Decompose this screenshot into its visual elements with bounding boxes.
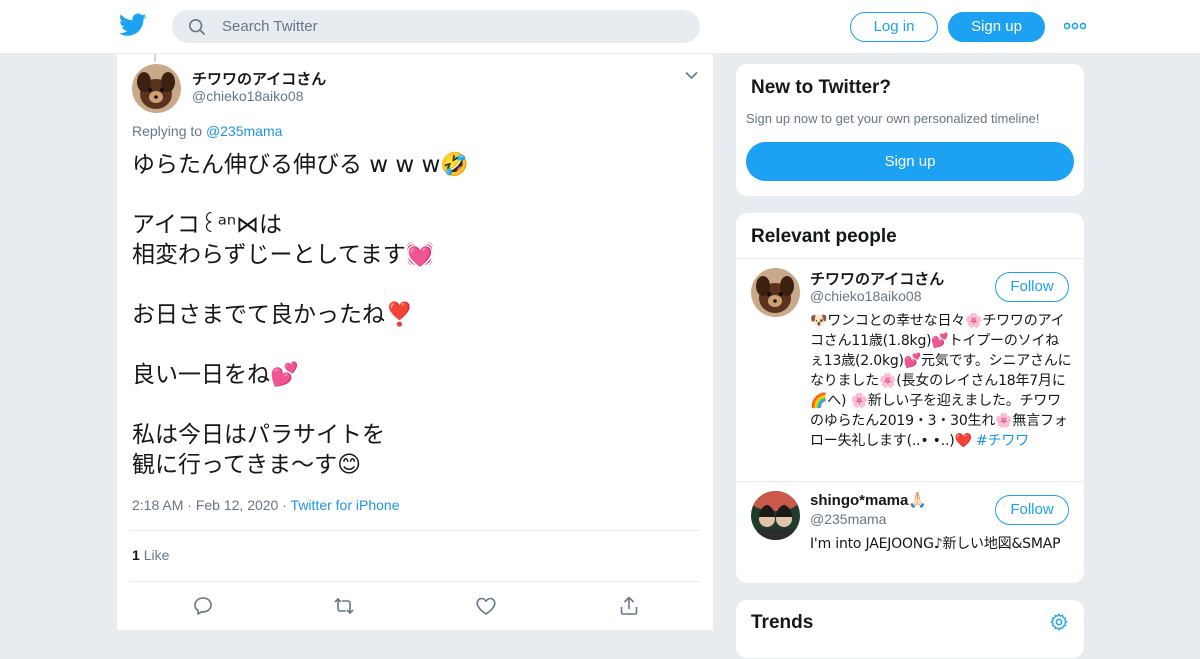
avatar[interactable] <box>132 64 181 113</box>
like-count-number: 1 <box>132 547 140 563</box>
avatar-image <box>751 268 800 317</box>
search-input[interactable] <box>222 10 682 43</box>
divider <box>130 581 700 582</box>
gear-icon[interactable] <box>1049 612 1069 632</box>
panel-subtitle: Sign up now to get your own personalized… <box>746 111 1040 126</box>
relevant-people-panel: Relevant people チワワのアイコさん @chieko18aiko0… <box>735 212 1085 584</box>
tweet-source[interactable]: Twitter for iPhone <box>291 497 400 513</box>
replying-to: Replying to @235mama <box>132 123 282 139</box>
divider <box>736 481 1084 482</box>
replying-to-label: Replying to <box>132 123 206 139</box>
twitter-bird-icon[interactable] <box>119 13 147 37</box>
divider <box>736 258 1084 259</box>
chevron-down-icon[interactable] <box>685 71 698 80</box>
new-to-twitter-panel: New to Twitter? Sign up now to get your … <box>735 63 1085 197</box>
top-navigation-bar: Log in Sign up <box>0 0 1200 54</box>
like-count-label: Like <box>143 547 170 563</box>
like-count[interactable]: 1 Like <box>132 547 169 563</box>
signup-button[interactable]: Sign up <box>948 12 1045 42</box>
panel-title: Trends <box>751 612 814 633</box>
person-bio: 🐶ワンコとの幸せな日々🌸チワワのアイコさん11歳(1.8kg)💕トイプーのソイね… <box>810 311 1072 451</box>
person-handle[interactable]: @chieko18aiko08 <box>810 288 922 304</box>
avatar-image <box>751 491 800 540</box>
tweet-timestamp: 2:18 AM · Feb 12, 2020 · Twitter for iPh… <box>132 497 399 513</box>
like-icon[interactable] <box>474 594 498 618</box>
tweet-author-handle[interactable]: @chieko18aiko08 <box>192 88 304 104</box>
person-bio-text: 🐶ワンコとの幸せな日々🌸チワワのアイコさん11歳(1.8kg)💕トイプーのソイね… <box>810 313 1072 449</box>
reply-icon[interactable] <box>191 594 215 618</box>
signup-button-large[interactable]: Sign up <box>746 142 1074 181</box>
tweet-author-name[interactable]: チワワのアイコさん <box>192 68 326 89</box>
avatar[interactable] <box>751 268 800 317</box>
tweet-text: ゆらたん伸びる伸びる w w w🤣 アイコ꒰ᵃⁿ⋈は 相変わらずじーとしてます💓… <box>132 152 470 478</box>
trends-panel: Trends <box>735 599 1085 659</box>
tweet-card: チワワのアイコさん @chieko18aiko08 Replying to @2… <box>116 54 714 630</box>
search-icon <box>188 18 206 36</box>
avatar[interactable] <box>751 491 800 540</box>
replying-to-link[interactable]: @235mama <box>206 123 282 139</box>
tweet-time[interactable]: 2:18 AM <box>132 497 183 513</box>
avatar-image <box>132 64 181 113</box>
follow-button[interactable]: Follow <box>995 272 1069 302</box>
person-bio: I'm into JAEJOONG♪新しい地図&SMAP <box>810 536 1061 552</box>
hashtag-link[interactable]: #チワワ <box>976 433 1029 449</box>
retweet-icon[interactable] <box>332 594 356 618</box>
thread-line <box>154 54 156 62</box>
search-box[interactable] <box>172 10 700 43</box>
divider <box>130 530 700 531</box>
login-button[interactable]: Log in <box>850 12 938 42</box>
person-name[interactable]: shingo*mama🙏🏻 <box>810 491 927 509</box>
meta-separator: · <box>187 497 196 513</box>
share-icon[interactable] <box>617 594 641 618</box>
tweet-date[interactable]: Feb 12, 2020 <box>196 497 279 513</box>
person-name[interactable]: チワワのアイコさん <box>810 268 944 289</box>
person-handle[interactable]: @235mama <box>810 511 886 527</box>
meta-separator: · <box>282 497 291 513</box>
more-dots-icon[interactable] <box>1064 19 1086 33</box>
follow-button[interactable]: Follow <box>995 495 1069 525</box>
panel-title: New to Twitter? <box>751 77 892 98</box>
panel-title: Relevant people <box>751 226 897 247</box>
